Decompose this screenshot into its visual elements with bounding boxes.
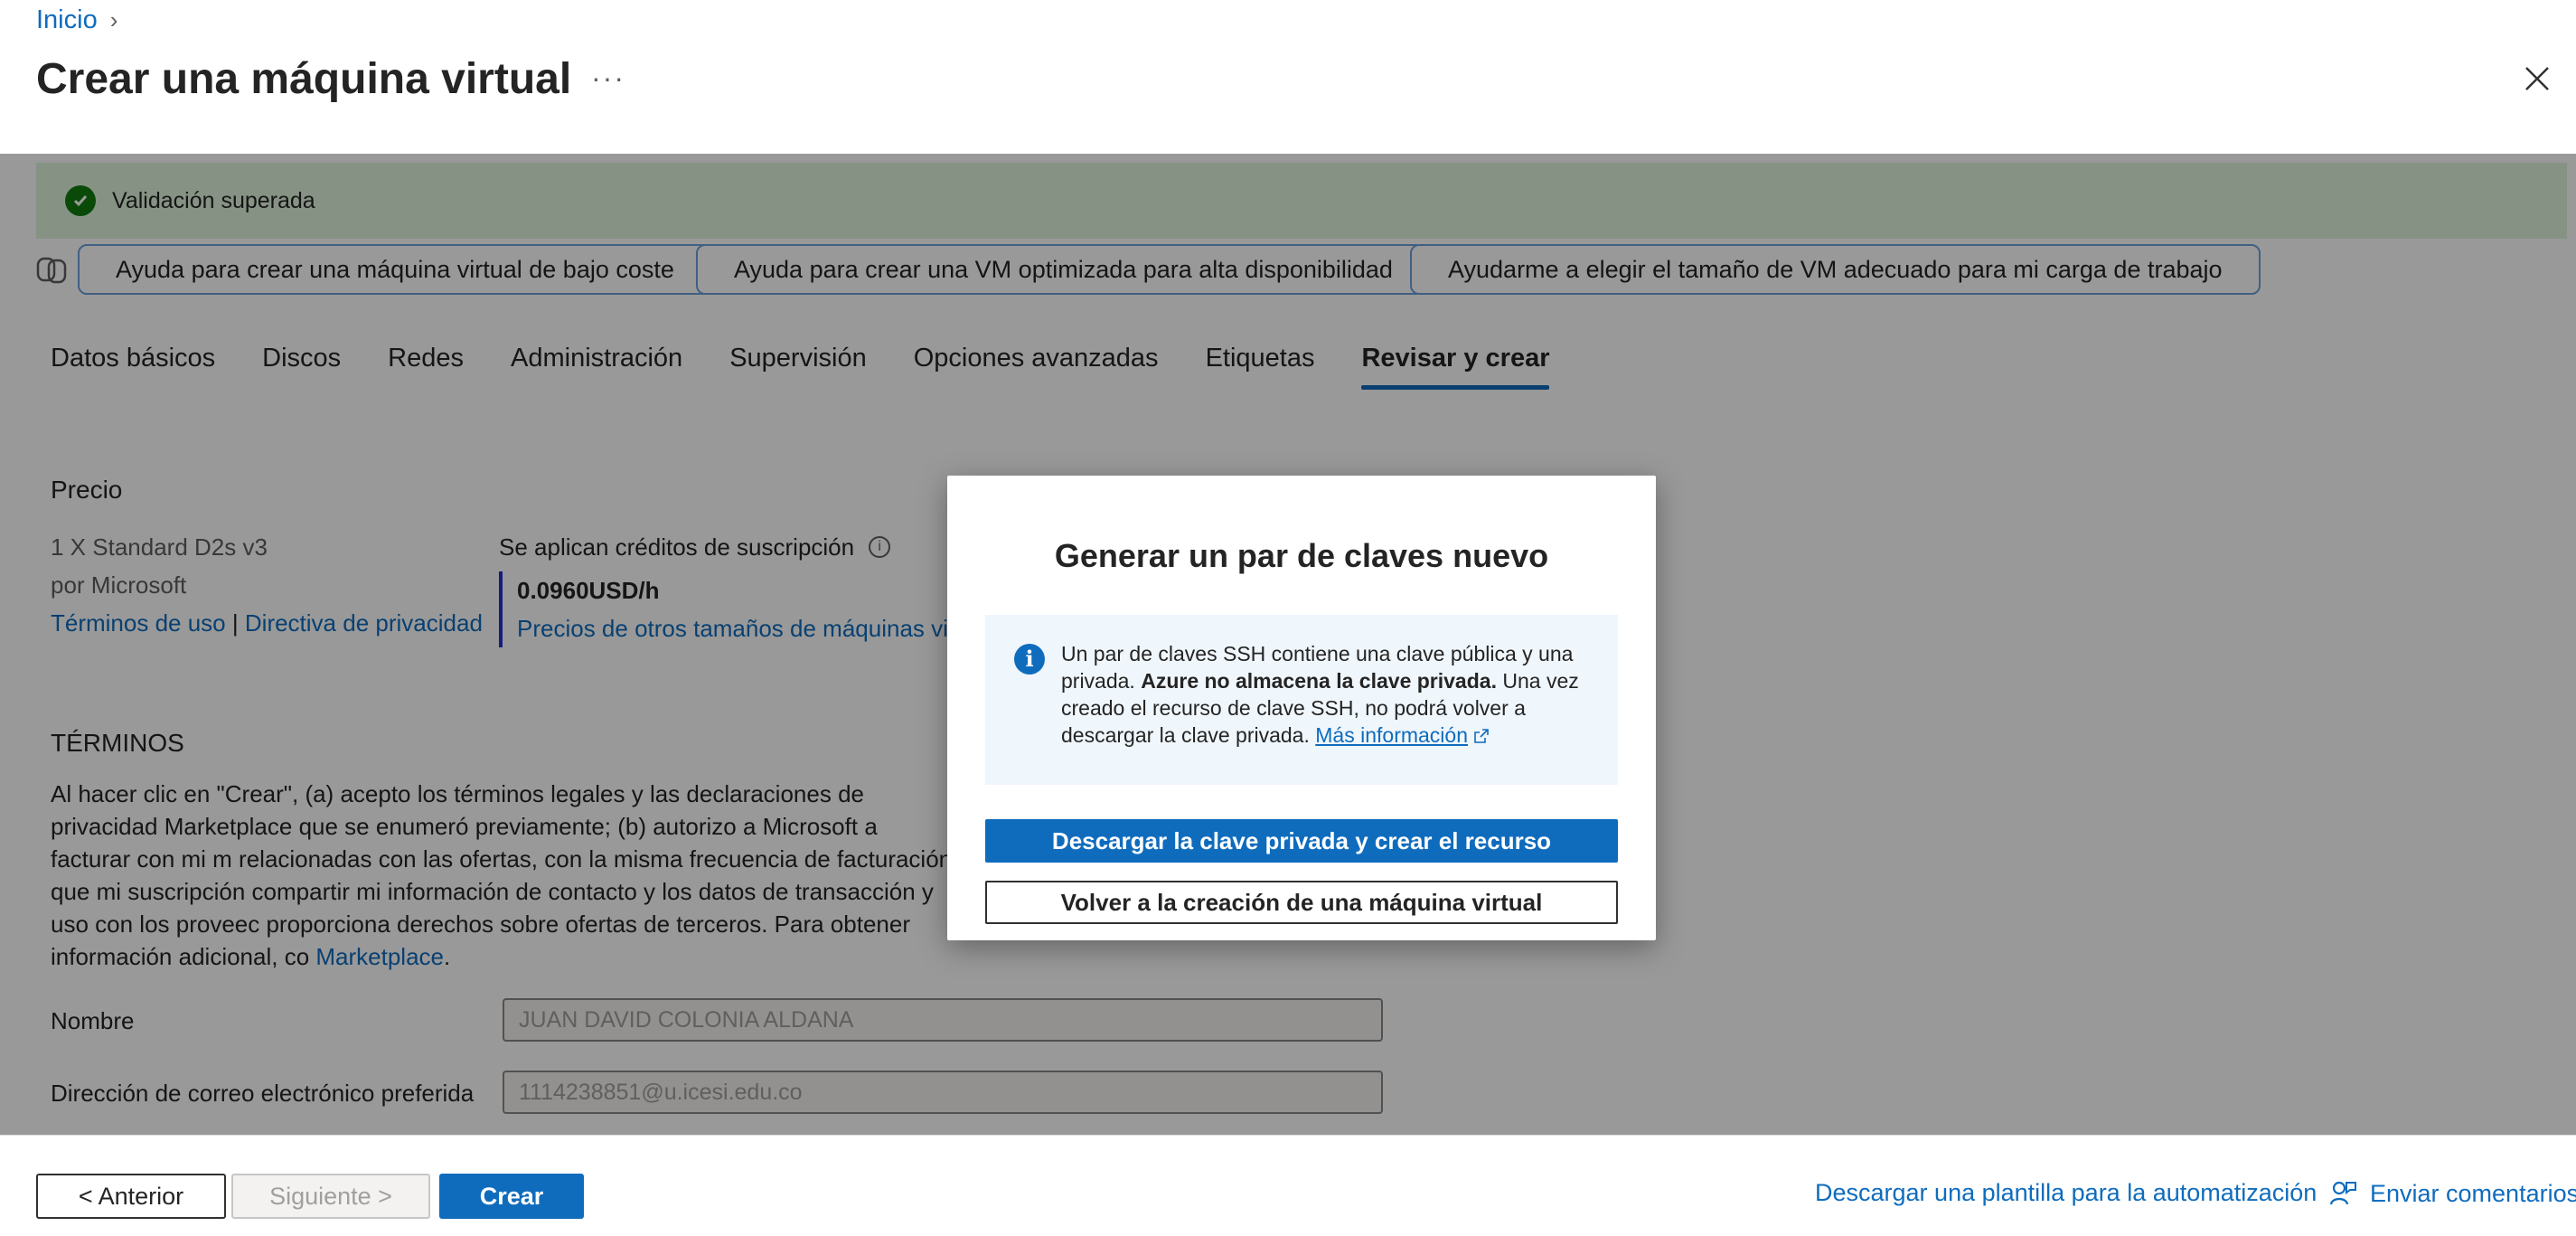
create-button[interactable]: Crear [439, 1174, 584, 1219]
chevron-right-icon: › [109, 6, 118, 33]
feedback-link[interactable]: Enviar comentarios [2328, 1179, 2576, 1208]
page-header: Inicio › Crear una máquina virtual ··· [0, 0, 2576, 154]
close-icon[interactable] [2522, 63, 2552, 94]
next-button: Siguiente > [231, 1174, 430, 1219]
dialog-info-box: i Un par de claves SSH contiene una clav… [985, 615, 1618, 785]
info-text-bold: Azure no almacena la clave privada. [1141, 669, 1497, 693]
download-template-link[interactable]: Descargar una plantilla para la automati… [1815, 1179, 2317, 1207]
dialog-title: Generar un par de claves nuevo [1054, 537, 1549, 574]
more-options-icon[interactable]: ··· [591, 61, 625, 95]
breadcrumb: Inicio › [36, 5, 118, 35]
ssh-key-dialog: Generar un par de claves nuevo i Un par … [947, 476, 1656, 940]
download-key-create-button[interactable]: Descargar la clave privada y crear el re… [985, 819, 1618, 863]
external-link-icon [1474, 729, 1489, 743]
info-icon: i [1014, 644, 1045, 675]
footer: < Anterior Siguiente > Crear Descargar u… [0, 1135, 2576, 1236]
learn-more-link[interactable]: Más información [1315, 723, 1468, 747]
breadcrumb-home-link[interactable]: Inicio [36, 5, 98, 35]
previous-button[interactable]: < Anterior [36, 1174, 226, 1219]
feedback-icon [2329, 1181, 2356, 1205]
return-to-create-vm-button[interactable]: Volver a la creación de una máquina virt… [985, 881, 1618, 924]
page-title: Crear una máquina virtual [36, 55, 572, 103]
feedback-label: Enviar comentarios [2370, 1179, 2576, 1207]
